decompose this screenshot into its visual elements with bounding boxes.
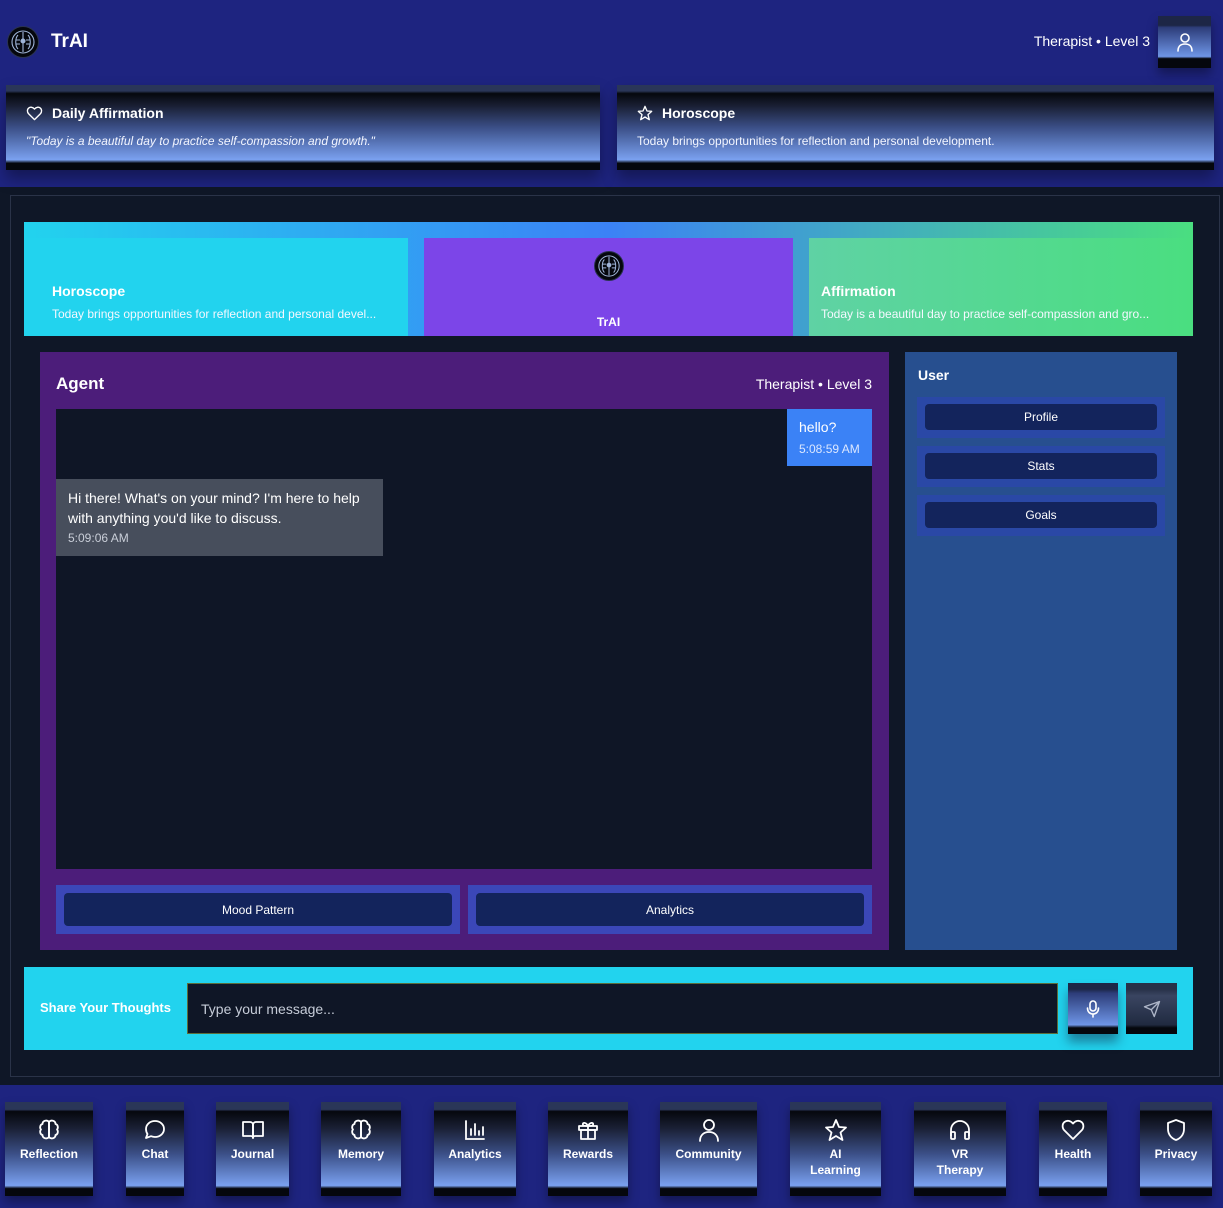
send-button[interactable] xyxy=(1126,983,1177,1034)
trai-center-name: TrAI xyxy=(596,315,621,329)
affirmation-panel-text: Today is a beautiful day to practice sel… xyxy=(821,307,1150,321)
nav-label: Analytics xyxy=(448,1147,502,1161)
stats-button[interactable]: Stats xyxy=(925,453,1157,479)
horoscope-panel-text: Today brings opportunities for reflectio… xyxy=(52,307,377,321)
agent-message: Hi there! What's on your mind? I'm here … xyxy=(56,479,383,556)
profile-item: Profile xyxy=(917,397,1165,438)
nav-label: Community xyxy=(675,1147,742,1161)
nav-label: Chat xyxy=(141,1147,169,1161)
nav-health[interactable]: Health xyxy=(1039,1102,1107,1196)
affirmation-panel[interactable]: Affirmation Today is a beautiful day to … xyxy=(809,238,1193,336)
goals-button[interactable]: Goals xyxy=(925,502,1157,528)
daily-affirmation-card[interactable]: Daily Affirmation "Today is a beautiful … xyxy=(6,85,600,170)
nav-label: Memory xyxy=(337,1147,384,1161)
horoscope-panel-title: Horoscope xyxy=(52,283,126,299)
headphones-icon xyxy=(948,1118,972,1142)
agent-panel: Agent Therapist • Level 3 hello? 5:08:59… xyxy=(40,352,889,950)
nav-analytics[interactable]: Analytics xyxy=(434,1102,516,1196)
analytics-container: Analytics xyxy=(468,885,872,934)
message-text: hello? xyxy=(799,419,837,435)
gift-icon xyxy=(576,1118,600,1142)
nav-journal[interactable]: Journal xyxy=(216,1102,289,1196)
star-icon xyxy=(637,105,653,121)
nav-ai-learning[interactable]: AI Learning xyxy=(790,1102,881,1196)
nav-label: Reflection xyxy=(19,1147,78,1161)
book-icon xyxy=(241,1118,265,1142)
role-level-label: Therapist • Level 3 xyxy=(1033,33,1150,49)
shield-icon xyxy=(1165,1118,1187,1142)
horoscope-panel[interactable]: Horoscope Today brings opportunities for… xyxy=(24,238,408,336)
nav-label: Privacy xyxy=(1154,1147,1198,1161)
brain-logo-icon xyxy=(7,26,39,58)
share-thoughts-label: Share Your Thoughts xyxy=(40,1000,171,1015)
analytics-button[interactable]: Analytics xyxy=(476,893,864,926)
user-message: hello? 5:08:59 AM xyxy=(787,409,872,466)
horoscope-text: Today brings opportunities for reflectio… xyxy=(637,134,995,148)
bottom-navigation: Reflection Chat Journal Memory Analytics… xyxy=(0,1085,1223,1208)
brain-icon xyxy=(37,1118,61,1142)
daily-affirmation-title: Daily Affirmation xyxy=(52,105,164,121)
nav-label: VR Therapy xyxy=(936,1147,984,1177)
stats-item: Stats xyxy=(917,446,1165,487)
daily-affirmation-text: "Today is a beautiful day to practice se… xyxy=(26,134,375,148)
nav-community[interactable]: Community xyxy=(660,1102,757,1196)
nav-memory[interactable]: Memory xyxy=(321,1102,401,1196)
nav-label: Journal xyxy=(230,1147,275,1161)
heart-icon xyxy=(26,106,43,120)
horoscope-card[interactable]: Horoscope Today brings opportunities for… xyxy=(617,85,1214,170)
nav-label: AI Learning xyxy=(810,1147,861,1177)
mood-pattern-button[interactable]: Mood Pattern xyxy=(64,893,452,926)
chat-messages-area[interactable]: hello? 5:08:59 AM Hi there! What's on yo… xyxy=(56,409,872,869)
app-header: TrAI Therapist • Level 3 Daily Affirmati… xyxy=(0,0,1223,187)
user-panel-title: User xyxy=(918,367,950,383)
trai-center-panel[interactable]: TrAI xyxy=(424,238,793,336)
user-panel: User Profile Stats Goals xyxy=(905,352,1177,950)
profile-button[interactable]: Profile xyxy=(925,404,1157,430)
agent-title: Agent xyxy=(56,374,105,393)
share-thoughts-bar: Share Your Thoughts xyxy=(24,967,1193,1050)
goals-item: Goals xyxy=(917,495,1165,536)
message-timestamp: 5:08:59 AM xyxy=(799,442,860,456)
microphone-icon xyxy=(1086,999,1100,1018)
nav-label: Rewards xyxy=(562,1147,614,1161)
user-icon xyxy=(1176,33,1193,52)
message-text: Hi there! What's on your mind? I'm here … xyxy=(68,490,360,526)
brain-icon xyxy=(349,1118,373,1142)
star-icon xyxy=(824,1118,848,1142)
nav-rewards[interactable]: Rewards xyxy=(548,1102,628,1196)
app-title: TrAI xyxy=(51,31,88,52)
mood-pattern-container: Mood Pattern xyxy=(56,885,460,934)
heart-icon xyxy=(1061,1118,1085,1142)
affirmation-panel-title: Affirmation xyxy=(821,283,896,299)
bar-chart-icon xyxy=(463,1118,487,1142)
nav-chat[interactable]: Chat xyxy=(126,1102,184,1196)
nav-privacy[interactable]: Privacy xyxy=(1140,1102,1212,1196)
nav-reflection[interactable]: Reflection xyxy=(5,1102,93,1196)
message-input[interactable] xyxy=(187,983,1058,1034)
nav-label: Health xyxy=(1054,1147,1092,1161)
message-timestamp: 5:09:06 AM xyxy=(68,531,129,545)
chat-bubble-icon xyxy=(143,1118,167,1142)
user-icon xyxy=(698,1118,720,1142)
agent-role-level: Therapist • Level 3 xyxy=(755,376,872,392)
horoscope-title: Horoscope xyxy=(662,105,736,121)
microphone-button[interactable] xyxy=(1068,983,1118,1034)
send-icon xyxy=(1143,1000,1160,1017)
user-menu-button[interactable] xyxy=(1158,16,1211,68)
nav-vr-therapy[interactable]: VR Therapy xyxy=(914,1102,1006,1196)
brand[interactable]: TrAI xyxy=(7,26,88,58)
brain-logo-icon xyxy=(594,251,624,281)
